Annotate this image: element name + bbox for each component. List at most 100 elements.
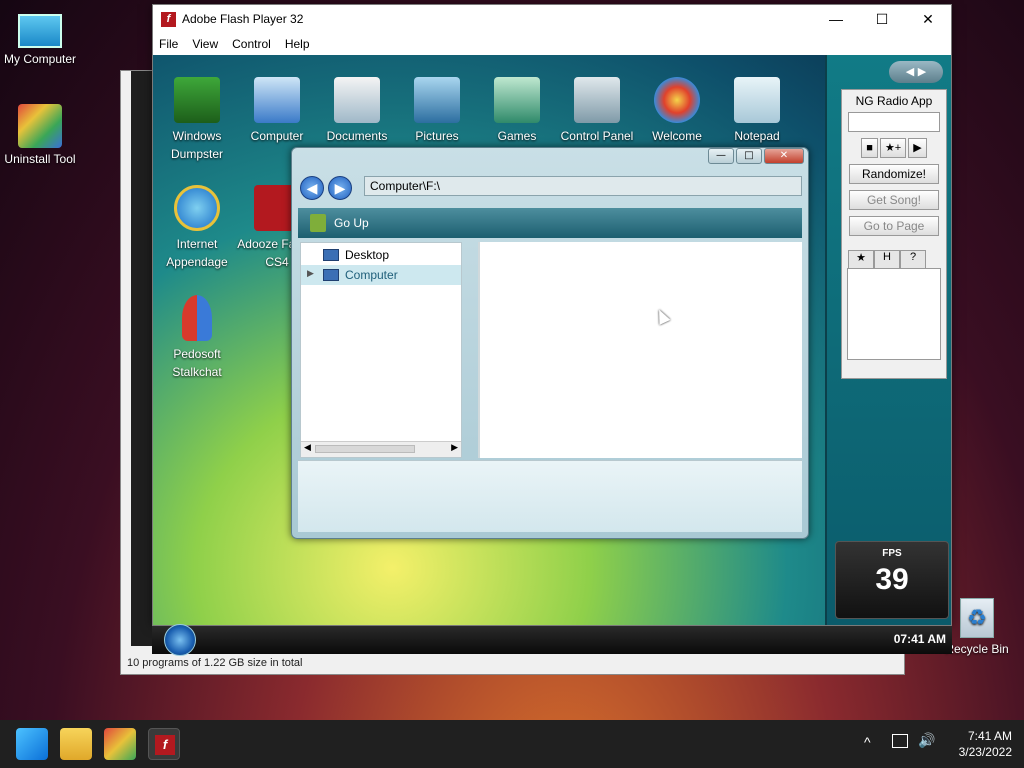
panel-nav-arrows[interactable]: ◀ ▶ bbox=[889, 61, 943, 83]
tab-help[interactable]: ? bbox=[900, 250, 926, 268]
desktop-icon bbox=[323, 249, 339, 261]
welcome-center-icon bbox=[654, 77, 700, 123]
window-titlebar: f Adobe Flash Player 32 — ☐ ✕ bbox=[153, 5, 951, 33]
computer-icon bbox=[323, 269, 339, 281]
play-button[interactable]: ▶ bbox=[908, 138, 927, 158]
menu-help[interactable]: Help bbox=[285, 37, 310, 51]
vista-icon-games[interactable]: Games bbox=[477, 77, 557, 145]
vista-icon-internet-appendage[interactable]: Internet Appendage bbox=[157, 185, 237, 271]
vista-icon-label: Games bbox=[497, 129, 537, 143]
vista-icon-label: Pictures bbox=[415, 129, 459, 143]
fps-value: 39 bbox=[875, 563, 909, 596]
vista-icon-label: Internet Appendage bbox=[166, 237, 228, 269]
vista-icon-label: Notepad bbox=[734, 129, 780, 143]
go-up-icon bbox=[310, 214, 326, 232]
flash-icon: f bbox=[155, 735, 175, 755]
menu-file[interactable]: File bbox=[159, 37, 178, 51]
flash-player-window: f Adobe Flash Player 32 — ☐ ✕ File View … bbox=[152, 4, 952, 626]
taskbar: f ^ 🔊 7:41 AM 3/23/2022 bbox=[0, 720, 1024, 768]
documents-icon bbox=[334, 77, 380, 123]
tree-item-label: Computer bbox=[345, 268, 398, 282]
flash-player-taskbar-icon[interactable]: f bbox=[148, 728, 180, 760]
start-icon[interactable] bbox=[16, 728, 48, 760]
vista-icon-pictures[interactable]: Pictures bbox=[397, 77, 477, 145]
network-icon[interactable] bbox=[892, 734, 908, 748]
maximize-button[interactable]: ☐ bbox=[859, 5, 905, 33]
uninstall-tool-icon[interactable] bbox=[104, 728, 136, 760]
stop-button[interactable]: ■ bbox=[861, 138, 878, 158]
details-pane bbox=[298, 460, 802, 532]
desktop-icon-my-computer[interactable]: My Computer bbox=[0, 10, 80, 66]
go-up-button[interactable]: Go Up bbox=[334, 216, 369, 230]
computer-icon bbox=[254, 77, 300, 123]
clock-date: 3/23/2022 bbox=[958, 745, 1012, 759]
pictures-icon bbox=[414, 77, 460, 123]
vista-icon-label: Documents bbox=[326, 129, 388, 143]
dumpster-icon bbox=[174, 77, 220, 123]
close-button[interactable]: ✕ bbox=[905, 5, 951, 33]
background-sidebar bbox=[131, 71, 153, 646]
tab-history[interactable]: H bbox=[874, 250, 900, 268]
back-button[interactable]: ◀ bbox=[300, 176, 324, 200]
vista-taskbar-strip: 07:41 AM bbox=[152, 624, 952, 656]
flash-icon: f bbox=[161, 11, 176, 27]
vista-icon-label: Control Panel bbox=[560, 129, 634, 143]
clock[interactable]: 7:41 AM 3/23/2022 bbox=[959, 728, 1012, 760]
tree-item-desktop[interactable]: Desktop bbox=[301, 245, 461, 265]
minimize-button[interactable]: — bbox=[813, 5, 859, 33]
horizontal-scrollbar[interactable]: ◀ ▶ bbox=[301, 441, 461, 457]
file-pane[interactable] bbox=[478, 242, 802, 458]
vista-icon-label: Computer bbox=[250, 129, 304, 143]
right-panel: ◀ ▶ NG Radio App ■ ★+ ▶ Randomize! Get S… bbox=[825, 55, 951, 625]
vista-icon-pedosoft-stalkchat[interactable]: Pedosoft Stalkchat bbox=[157, 295, 237, 381]
vista-icon-label: Pedosoft Stalkchat bbox=[172, 347, 222, 379]
forward-button[interactable]: ▶ bbox=[328, 176, 352, 200]
desktop-icon-label: My Computer bbox=[3, 52, 77, 66]
status-text: 10 programs of 1.22 GB size in total bbox=[127, 657, 303, 669]
scroll-thumb[interactable] bbox=[315, 445, 415, 453]
tree-item-label: Desktop bbox=[345, 248, 390, 262]
vista-icon-windows-dumpster[interactable]: Windows Dumpster bbox=[157, 77, 237, 163]
chat-icon bbox=[182, 295, 212, 341]
randomize-button[interactable]: Randomize! bbox=[849, 164, 939, 184]
vista-icon-documents[interactable]: Documents bbox=[317, 77, 397, 145]
radio-input[interactable] bbox=[848, 112, 940, 132]
control-panel-icon bbox=[574, 77, 620, 123]
fps-counter: FPS 39 bbox=[835, 541, 949, 619]
menu-bar: File View Control Help bbox=[153, 33, 951, 55]
clock-time: 7:41 AM bbox=[967, 729, 1012, 743]
get-song-button[interactable]: Get Song! bbox=[849, 190, 939, 210]
expand-arrow-icon[interactable]: ▶ bbox=[307, 268, 314, 279]
vista-icon-control-panel[interactable]: Control Panel bbox=[557, 77, 637, 145]
dialog-maximize-button[interactable]: □ bbox=[736, 148, 762, 164]
radio-title: NG Radio App bbox=[855, 94, 933, 108]
address-text: Computer\F:\ bbox=[370, 179, 441, 193]
file-explorer-icon[interactable] bbox=[60, 728, 92, 760]
vista-clock: 07:41 AM bbox=[893, 632, 946, 646]
internet-explorer-icon bbox=[174, 185, 220, 231]
vista-icon-label: Windows Dumpster bbox=[170, 129, 223, 161]
fps-label: FPS bbox=[882, 548, 902, 559]
uninstall-tool-icon bbox=[18, 104, 62, 148]
vista-icon-notepad[interactable]: Notepad bbox=[717, 77, 797, 145]
volume-icon[interactable]: 🔊 bbox=[918, 732, 935, 749]
recycle-bin-icon: ♻ bbox=[960, 598, 994, 638]
tab-content bbox=[847, 268, 941, 360]
favorite-button[interactable]: ★+ bbox=[879, 138, 907, 158]
dialog-minimize-button[interactable]: — bbox=[708, 148, 734, 164]
scroll-right-icon[interactable]: ▶ bbox=[451, 443, 458, 453]
scroll-left-icon[interactable]: ◀ bbox=[304, 443, 311, 453]
dialog-close-button[interactable]: ✕ bbox=[764, 148, 804, 164]
tab-favorites[interactable]: ★ bbox=[848, 250, 874, 268]
vista-icon-computer[interactable]: Computer bbox=[237, 77, 317, 145]
window-title: Adobe Flash Player 32 bbox=[182, 12, 304, 26]
chevron-up-icon[interactable]: ^ bbox=[864, 734, 871, 750]
tree-item-computer[interactable]: ▶ Computer bbox=[301, 265, 461, 285]
menu-view[interactable]: View bbox=[192, 37, 218, 51]
radio-app: NG Radio App ■ ★+ ▶ Randomize! Get Song!… bbox=[841, 89, 947, 379]
vista-start-icon[interactable] bbox=[164, 624, 196, 656]
address-bar[interactable]: Computer\F:\ bbox=[364, 176, 802, 196]
desktop-icon-uninstall-tool[interactable]: Uninstall Tool bbox=[0, 104, 80, 166]
menu-control[interactable]: Control bbox=[232, 37, 271, 51]
go-to-page-button[interactable]: Go to Page bbox=[849, 216, 939, 236]
